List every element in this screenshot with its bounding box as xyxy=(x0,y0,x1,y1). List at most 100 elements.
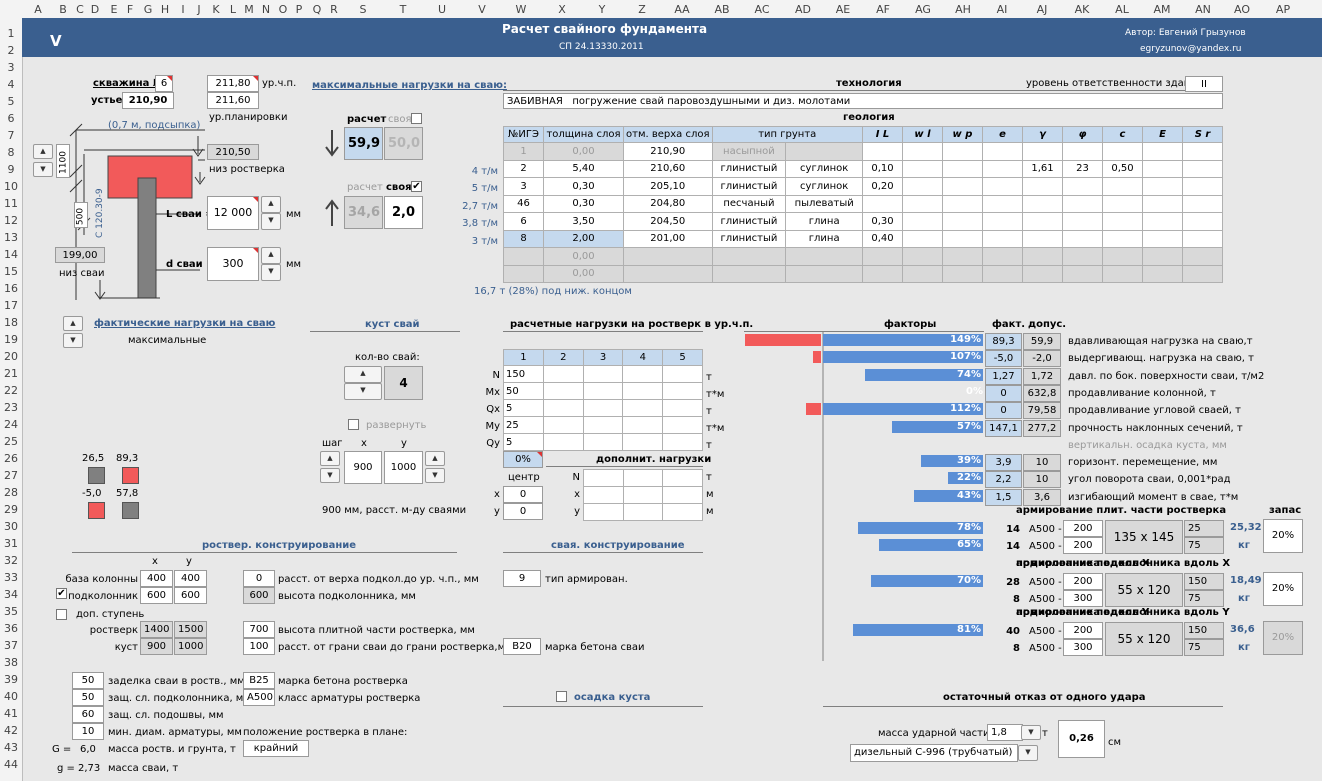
geology-cell-E[interactable] xyxy=(1142,177,1183,196)
geology-cell-sub[interactable] xyxy=(785,247,863,266)
row-header[interactable]: 9 xyxy=(0,163,22,176)
embed-input[interactable]: 50 xyxy=(72,672,104,689)
geology-cell-top[interactable]: 204,80 xyxy=(623,194,713,213)
geology-cell-sub[interactable]: суглинок xyxy=(785,177,863,196)
geology-cell-ige[interactable]: 1 xyxy=(503,142,544,161)
geology-cell-S[interactable] xyxy=(1182,229,1223,248)
column-header[interactable]: K xyxy=(212,3,219,16)
step-x-input[interactable]: 900 xyxy=(344,451,382,484)
row-header[interactable]: 3 xyxy=(0,61,22,74)
geology-cell-S[interactable] xyxy=(1182,264,1223,283)
geology-cell-f[interactable] xyxy=(1062,247,1103,266)
geology-cell-ige[interactable]: 8 xyxy=(503,229,544,248)
row-header[interactable]: 12 xyxy=(0,214,22,227)
row-header[interactable]: 34 xyxy=(0,588,22,601)
grillage-down-button[interactable]: ▼ xyxy=(33,162,53,177)
load-cell[interactable] xyxy=(542,399,584,417)
geology-cell-g[interactable] xyxy=(1022,229,1063,248)
load-cell[interactable] xyxy=(662,365,703,383)
geology-cell-e[interactable] xyxy=(982,194,1023,213)
hammer-type-select[interactable]: дизельный С-996 (трубчатый) xyxy=(850,744,1018,762)
geology-cell-c[interactable] xyxy=(1102,247,1143,266)
geology-cell-top[interactable]: 204,50 xyxy=(623,212,713,231)
load-cell[interactable] xyxy=(622,365,664,383)
column-header[interactable]: M xyxy=(244,3,254,16)
geology-cell-S[interactable] xyxy=(1182,177,1223,196)
tension-own-checkbox[interactable]: ✔ xyxy=(411,181,422,192)
row-header[interactable]: 43 xyxy=(0,741,22,754)
extra-load-cell[interactable] xyxy=(622,503,664,521)
geology-cell-E[interactable] xyxy=(1142,212,1183,231)
row-header[interactable]: 35 xyxy=(0,605,22,618)
row-header[interactable]: 28 xyxy=(0,486,22,499)
column-header[interactable]: AM xyxy=(1153,3,1170,16)
load-percent-input[interactable]: 0% xyxy=(503,451,543,468)
ground-level-input[interactable]: 211,80 xyxy=(207,75,259,92)
load-cell[interactable] xyxy=(662,399,703,417)
pile-diameter-up[interactable]: ▲ xyxy=(261,247,281,264)
geology-cell-g[interactable] xyxy=(1022,264,1063,283)
geology-cell-e[interactable] xyxy=(982,177,1023,196)
column-header[interactable]: V xyxy=(478,3,486,16)
column-header[interactable]: G xyxy=(144,3,153,16)
column-header[interactable]: AG xyxy=(915,3,931,16)
geology-cell-top[interactable]: 205,10 xyxy=(623,177,713,196)
geology-cell-sub[interactable]: глина xyxy=(785,212,863,231)
geology-cell-f[interactable] xyxy=(1062,264,1103,283)
geology-cell-c[interactable] xyxy=(1102,264,1143,283)
subcolumn-x[interactable]: 600 xyxy=(140,587,173,604)
center-y-input[interactable]: 0 xyxy=(503,503,543,520)
load-cell[interactable] xyxy=(582,416,624,434)
geology-cell-wp[interactable] xyxy=(942,159,983,178)
column-header[interactable]: AI xyxy=(997,3,1008,16)
row-header[interactable]: 41 xyxy=(0,707,22,720)
pile-diameter-down[interactable]: ▼ xyxy=(261,264,281,281)
extra-load-cell[interactable] xyxy=(622,469,664,487)
geology-cell-g[interactable] xyxy=(1022,177,1063,196)
geology-cell-wl[interactable] xyxy=(902,177,943,196)
hammer-mass-select[interactable]: 1,8 xyxy=(987,724,1023,741)
geology-cell-e[interactable] xyxy=(982,142,1023,161)
rebar-spacing-input[interactable]: 200 xyxy=(1063,520,1103,537)
step-y-down[interactable]: ▼ xyxy=(425,468,445,483)
column-header[interactable]: AJ xyxy=(1037,3,1048,16)
geology-cell-top[interactable]: 210,60 xyxy=(623,159,713,178)
geology-cell-sub[interactable] xyxy=(785,142,863,161)
tension-own-value[interactable]: 2,0 xyxy=(384,196,423,229)
geology-cell-f[interactable] xyxy=(1062,194,1103,213)
load-cell[interactable]: 5 xyxy=(503,399,544,417)
row-header[interactable]: 14 xyxy=(0,248,22,261)
column-header[interactable]: AF xyxy=(876,3,890,16)
geology-cell-e[interactable] xyxy=(982,264,1023,283)
column-header[interactable]: AH xyxy=(955,3,971,16)
geology-cell-type[interactable]: глинистый xyxy=(711,212,787,231)
pile-edge-input[interactable]: 100 xyxy=(243,638,275,655)
geology-cell-E[interactable] xyxy=(1142,142,1183,161)
pile-diameter-input[interactable]: 300 xyxy=(207,247,259,281)
geology-cell-wl[interactable] xyxy=(902,194,943,213)
geology-cell-g[interactable]: 1,61 xyxy=(1022,159,1063,178)
extra-load-cell[interactable] xyxy=(662,469,703,487)
geology-cell-wl[interactable] xyxy=(902,229,943,248)
column-header[interactable]: X xyxy=(558,3,566,16)
geology-cell-f[interactable] xyxy=(1062,212,1103,231)
subcolumn-y[interactable]: 600 xyxy=(174,587,207,604)
geology-cell-type[interactable] xyxy=(711,247,787,266)
actual-loads-up[interactable]: ▲ xyxy=(63,316,83,331)
grillage-concrete-input[interactable]: B25 xyxy=(243,672,275,689)
geology-cell-top[interactable]: 201,00 xyxy=(623,229,713,248)
column-header[interactable]: I xyxy=(181,3,184,16)
load-cell[interactable] xyxy=(542,382,584,400)
column-header[interactable]: AO xyxy=(1234,3,1250,16)
load-cell[interactable] xyxy=(582,399,624,417)
geology-cell-f[interactable] xyxy=(1062,177,1103,196)
load-cell[interactable]: 5 xyxy=(503,433,544,451)
row-header[interactable]: 27 xyxy=(0,469,22,482)
column-header[interactable]: AN xyxy=(1195,3,1211,16)
row-header[interactable]: 21 xyxy=(0,367,22,380)
row-header[interactable]: 30 xyxy=(0,520,22,533)
extra-load-cell[interactable] xyxy=(622,486,664,504)
geology-cell-E[interactable] xyxy=(1142,247,1183,266)
row-header[interactable]: 32 xyxy=(0,554,22,567)
geology-cell-g[interactable] xyxy=(1022,212,1063,231)
